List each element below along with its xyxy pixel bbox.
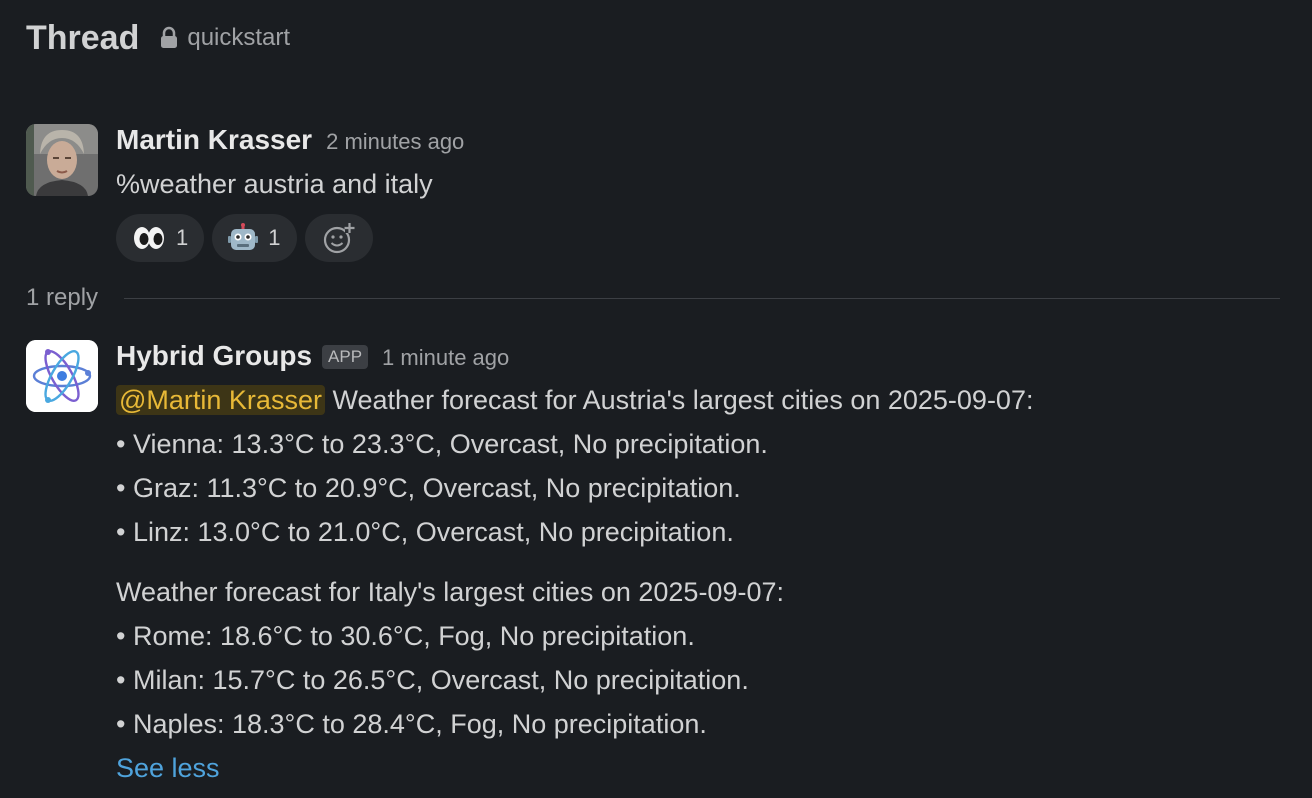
italy-intro: Weather forecast for Italy's largest cit… [116,577,784,607]
reaction-count: 1 [268,225,281,250]
reply-message: Hybrid Groups APP 1 minute ago @Martin K… [26,340,1033,790]
list-item: • Rome: 18.6°C to 30.6°C, Fog, No precip… [116,621,695,651]
reply-intro-line: @Martin Krasser Weather forecast for Aus… [116,378,1033,422]
list-item: • Milan: 15.7°C to 26.5°C, Overcast, No … [116,665,749,695]
list-item: • Linz: 13.0°C to 21.0°C, Overcast, No p… [116,517,734,547]
eyes-emoji-icon [132,224,166,252]
reply-count: 1 reply [26,284,99,311]
sender-name[interactable]: Hybrid Groups [116,340,312,372]
app-avatar[interactable] [26,340,98,412]
reaction-count: 1 [176,225,189,250]
replies-divider: 1 reply [26,284,1280,312]
reaction-eyes[interactable]: 1 [116,214,205,262]
channel-name[interactable]: quickstart [187,24,290,52]
see-less-link[interactable]: See less [116,746,1033,790]
austria-intro: Weather forecast for Austria's largest c… [324,385,1034,415]
message-text: %weather austria and italy [116,169,433,199]
list-item: • Vienna: 13.3°C to 23.3°C, Overcast, No… [116,429,768,459]
app-badge: APP [322,345,369,369]
original-message: Martin Krasser 2 minutes ago %weather au… [26,124,464,262]
robot-emoji-icon [228,223,259,253]
channel-link[interactable]: quickstart [159,24,290,52]
avatar[interactable] [26,124,98,196]
reactions-bar: 1 1 [116,214,464,262]
add-reaction-button[interactable] [304,214,373,262]
divider-line [124,297,1280,299]
timestamp[interactable]: 2 minutes ago [326,129,464,155]
user-mention[interactable]: @Martin Krasser [116,385,325,415]
timestamp[interactable]: 1 minute ago [382,345,509,371]
reaction-robot[interactable]: 1 [212,214,297,262]
sender-name[interactable]: Martin Krasser [116,124,312,156]
list-item: • Naples: 18.3°C to 28.4°C, Fog, No prec… [116,709,707,739]
lock-icon [159,26,179,50]
thread-title: Thread [26,18,140,57]
add-emoji-icon [322,221,356,255]
list-item: • Graz: 11.3°C to 20.9°C, Overcast, No p… [116,473,741,503]
thread-header: Thread quickstart [26,14,290,62]
